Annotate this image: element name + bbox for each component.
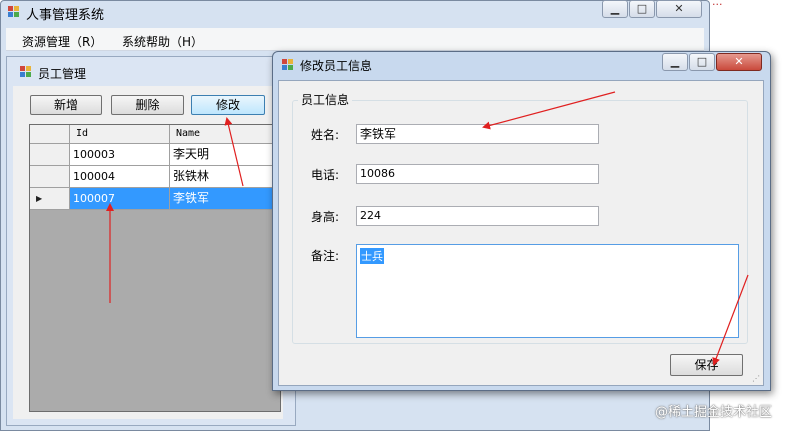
arrow-to-save-button [712,274,749,366]
watermark: @稀土掘金技术社区 [654,405,772,420]
arrow-to-name-field [482,91,616,130]
arrow-to-edit-button [224,117,244,187]
annotation-arrows [106,91,749,366]
